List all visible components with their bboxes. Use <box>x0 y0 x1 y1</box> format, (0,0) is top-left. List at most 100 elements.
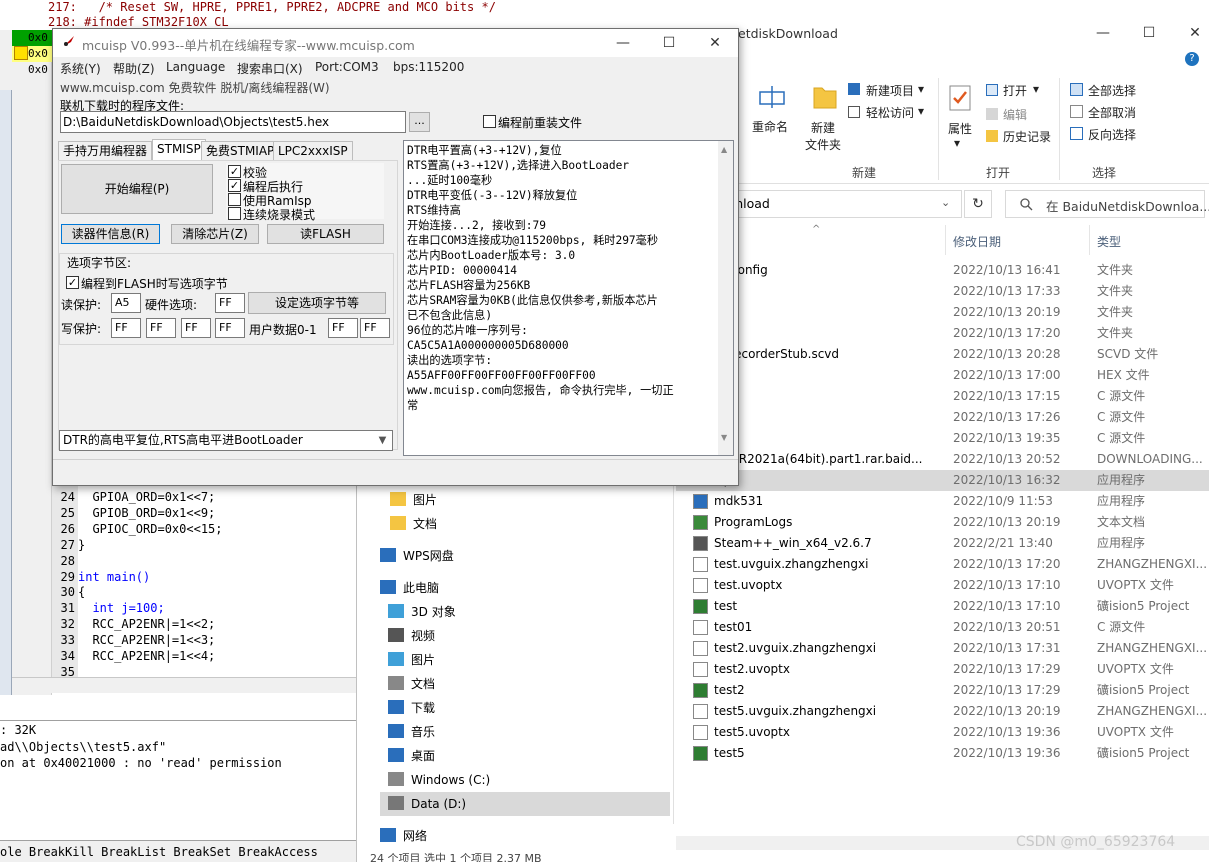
nav-item[interactable]: 视频 <box>388 624 435 648</box>
nav-item[interactable]: 桌面 <box>388 744 435 768</box>
write-protect-input-1[interactable]: FF <box>146 318 176 338</box>
easy-access-button[interactable]: 轻松访问 <box>866 104 914 121</box>
menu-language[interactable]: Language <box>166 60 225 74</box>
file-row[interactable]: test5.uvoptx 2022/10/13 19:36 UVOPTX 文件 <box>676 722 1209 743</box>
nav-pane-separator[interactable] <box>673 484 674 824</box>
file-row[interactable]: test.uvoptx 2022/10/13 17:10 UVOPTX 文件 <box>676 575 1209 596</box>
explorer-close-button[interactable]: ✕ <box>1172 18 1209 48</box>
nav-item[interactable]: 图片 <box>388 648 435 672</box>
nav-item[interactable]: 下载 <box>388 696 435 720</box>
keil-horizontal-scrollbar[interactable] <box>12 677 358 693</box>
scroll-up-icon[interactable]: ▲ <box>721 145 727 154</box>
open-button[interactable]: 打开 <box>1003 82 1027 99</box>
file-row[interactable]: n2 2022/10/13 17:15 C 源文件 <box>676 386 1209 407</box>
column-header-date[interactable]: 修改日期 <box>953 233 1001 250</box>
file-row[interactable]: n1 2022/10/13 17:00 HEX 文件 <box>676 365 1209 386</box>
invert-selection-button[interactable]: 反向选择 <box>1088 126 1136 143</box>
file-row[interactable]: mdk531 2022/10/9 11:53 应用程序 <box>676 491 1209 512</box>
menu-system[interactable]: 系统(Y) <box>60 60 101 77</box>
file-row[interactable]: ugConfig 2022/10/13 16:41 文件夹 <box>676 260 1209 281</box>
explorer-maximize-button[interactable]: ☐ <box>1126 18 1172 48</box>
select-all-button[interactable]: 全部选择 <box>1088 82 1136 99</box>
keil-command-bar[interactable]: ole BreakKill BreakList BreakSet BreakAc… <box>0 840 356 862</box>
verify-checkbox[interactable]: ✓ <box>228 165 241 178</box>
menu-port[interactable]: Port:COM3 <box>315 60 379 74</box>
menu-bps[interactable]: bps:115200 <box>393 60 464 74</box>
continuous-burn-checkbox[interactable] <box>228 207 241 220</box>
start-programming-button[interactable]: 开始编程(P) <box>61 164 213 214</box>
write-protect-input-0[interactable]: FF <box>111 318 141 338</box>
nav-item[interactable]: WPS网盘 <box>380 544 454 568</box>
history-button[interactable]: 历史记录 <box>1003 128 1051 145</box>
file-row[interactable]: Steam++_win_x64_v2.6.7 2022/2/21 13:40 应用程… <box>676 533 1209 554</box>
file-row[interactable]: ngs 2022/10/13 17:33 文件夹 <box>676 281 1209 302</box>
search-box[interactable]: 在 BaiduNetdiskDownloa... <box>1005 190 1209 218</box>
nav-item[interactable]: Data (D:) <box>380 792 670 816</box>
file-row[interactable]: isp 2022/10/13 16:32 应用程序 <box>676 470 1209 491</box>
properties-button[interactable]: 属性 <box>948 120 972 137</box>
file-row[interactable]: test2.uvguix.zhangzhengxi 2022/10/13 17:3… <box>676 638 1209 659</box>
chevron-down-icon[interactable]: ▼ <box>373 431 392 450</box>
file-row[interactable]: 2022/10/13 17:20 文件夹 <box>676 323 1209 344</box>
new-folder-label-2[interactable]: 文件夹 <box>805 136 841 153</box>
file-row[interactable]: ProgramLogs 2022/10/13 20:19 文本文档 <box>676 512 1209 533</box>
read-device-info-button[interactable]: 读器件信息(R) <box>61 224 160 244</box>
nav-item[interactable]: Windows (C:) <box>388 768 490 792</box>
refresh-button[interactable]: ↻ <box>964 190 992 218</box>
file-row[interactable]: ab_ R2021a(64bit).part1.rar.baid... 2022/… <box>676 449 1209 470</box>
tab-handheld-programmer[interactable]: 手持万用编程器 <box>58 141 153 161</box>
column-separator[interactable] <box>945 225 946 255</box>
edit-button[interactable]: 编辑 <box>1003 106 1027 123</box>
nav-item[interactable]: 文档 <box>388 672 435 696</box>
file-row[interactable]: test5 2022/10/13 19:36 礦ision5 Project <box>676 743 1209 764</box>
file-row[interactable]: n3 2022/10/13 17:26 C 源文件 <box>676 407 1209 428</box>
nav-item[interactable]: 图片 <box>390 488 437 512</box>
help-icon[interactable]: ? <box>1185 52 1199 66</box>
menu-search-port[interactable]: 搜索串口(X) <box>237 60 303 77</box>
file-row[interactable]: test.uvguix.zhangzhengxi 2022/10/13 17:20… <box>676 554 1209 575</box>
file-row[interactable]: test01 2022/10/13 20:51 C 源文件 <box>676 617 1209 638</box>
write-option-bytes-checkbox[interactable]: ✓ <box>66 276 79 289</box>
register-row[interactable]: 0x0 <box>12 62 52 78</box>
nav-item[interactable]: 音乐 <box>388 720 435 744</box>
new-item-button[interactable]: 新建项目 <box>866 82 914 99</box>
hw-option-input[interactable]: FF <box>215 293 245 313</box>
file-path-input[interactable]: D:\BaiduNetdiskDownload\Objects\test5.he… <box>60 111 406 133</box>
reset-mode-select[interactable]: DTR的高电平复位,RTS高电平进BootLoader <box>59 430 393 451</box>
nav-item[interactable]: 3D 对象 <box>388 600 456 624</box>
menu-help[interactable]: 帮助(Z) <box>113 60 155 77</box>
tab-stmisp[interactable]: STMISP <box>152 139 206 161</box>
read-flash-button[interactable]: 读FLASH <box>267 224 384 244</box>
nav-item[interactable]: 网络 <box>380 824 427 848</box>
register-row[interactable]: 0x0 <box>12 30 52 46</box>
reload-before-program-checkbox[interactable] <box>483 115 496 128</box>
new-folder-label-1[interactable]: 新建 <box>811 119 835 136</box>
scroll-down-icon[interactable]: ▼ <box>721 433 727 442</box>
column-separator[interactable] <box>1089 225 1090 255</box>
set-option-bytes-button[interactable]: 设定选项字节等 <box>248 292 386 314</box>
address-bar[interactable]: wnload ⌄ <box>708 190 962 218</box>
column-header-type[interactable]: 类型 <box>1097 233 1121 250</box>
tab-lpc2xxxisp[interactable]: LPC2xxxISP <box>273 141 353 161</box>
mcuisp-subtitle-link[interactable]: www.mcuisp.com 免费软件 脱机/离线编程器(W) <box>60 79 330 96</box>
file-row[interactable]: ects 2022/10/13 20:19 文件夹 <box>676 302 1209 323</box>
log-scrollbar[interactable]: ▲ ▼ <box>718 141 733 455</box>
file-row[interactable]: n5 2022/10/13 19:35 C 源文件 <box>676 428 1209 449</box>
mcuisp-close-button[interactable]: ✕ <box>692 28 738 58</box>
mcuisp-maximize-button[interactable]: ☐ <box>646 28 692 58</box>
user-data-input-0[interactable]: FF <box>328 318 358 338</box>
write-protect-input-3[interactable]: FF <box>215 318 245 338</box>
explorer-minimize-button[interactable]: — <box>1080 18 1126 48</box>
use-ramisp-checkbox[interactable] <box>228 193 241 206</box>
file-row[interactable]: ntRecorderStub.scvd 2022/10/13 20:28 SCVD … <box>676 344 1209 365</box>
run-after-program-checkbox[interactable]: ✓ <box>228 179 241 192</box>
browse-button[interactable]: ... <box>409 112 430 132</box>
read-protect-input[interactable]: A5 <box>111 293 141 313</box>
tab-free-stmiap[interactable]: 免费STMIAP <box>201 141 280 161</box>
file-row[interactable]: test2.uvoptx 2022/10/13 17:29 UVOPTX 文件 <box>676 659 1209 680</box>
mcuisp-minimize-button[interactable]: — <box>600 28 646 58</box>
file-row[interactable]: test 2022/10/13 17:10 礦ision5 Project <box>676 596 1209 617</box>
file-row[interactable]: test2 2022/10/13 17:29 礦ision5 Project <box>676 680 1209 701</box>
nav-item[interactable]: 文档 <box>390 512 437 536</box>
rename-button[interactable]: 重命名 <box>752 118 788 135</box>
